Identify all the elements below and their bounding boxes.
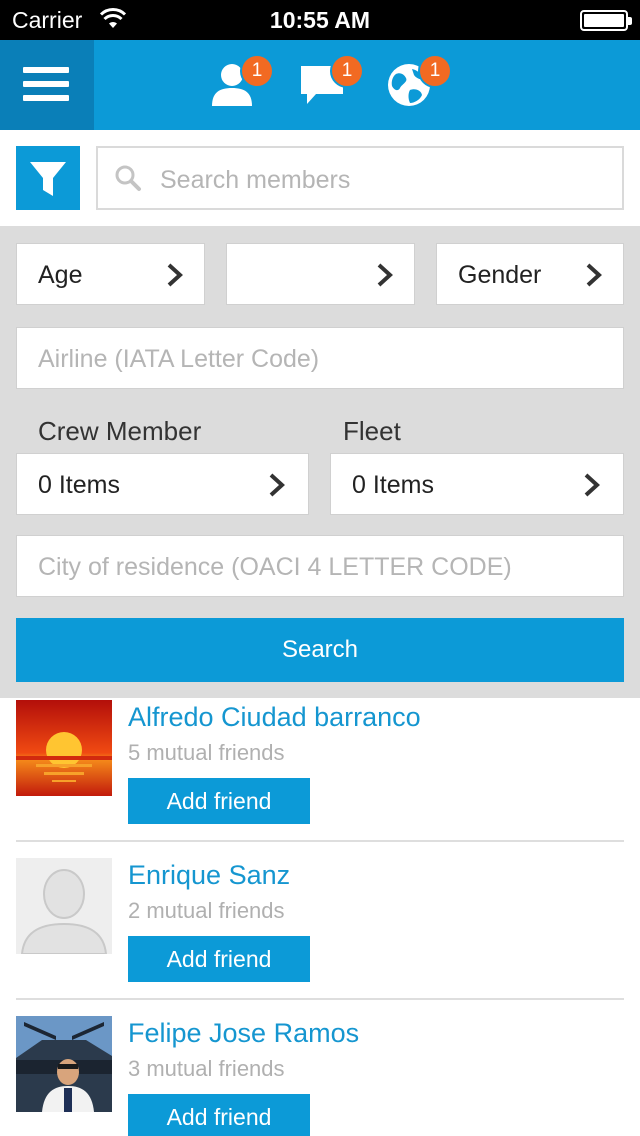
- sunset-photo: [16, 700, 112, 796]
- chevron-right-icon: [167, 263, 183, 287]
- friend-name-link[interactable]: Felipe Jose Ramos: [128, 1018, 359, 1049]
- default-silhouette: [16, 858, 112, 954]
- add-friend-button[interactable]: Add friend: [128, 1094, 310, 1136]
- chevron-right-icon: [584, 473, 600, 497]
- pilot-cockpit-photo: [16, 1016, 112, 1112]
- range-selector[interactable]: [226, 243, 415, 305]
- friend-name-link[interactable]: Alfredo Ciudad barranco: [128, 702, 421, 733]
- avatar[interactable]: [16, 1016, 112, 1112]
- crew-member-value: 0 Items: [38, 471, 120, 499]
- chevron-right-icon: [377, 263, 393, 287]
- avatar[interactable]: [16, 700, 112, 796]
- mutual-friends-count: 2 mutual friends: [128, 898, 285, 923]
- messages-button[interactable]: 1: [298, 54, 364, 112]
- airline-placeholder: Airline (IATA Letter Code): [38, 345, 320, 373]
- notification-badge: 1: [418, 54, 452, 88]
- filter-icon: [30, 162, 66, 196]
- notification-badge: 1: [330, 54, 364, 88]
- divider: [16, 840, 624, 842]
- search-button[interactable]: Search: [16, 618, 624, 682]
- add-friend-button[interactable]: Add friend: [128, 936, 310, 982]
- top-nav-bar: 1 1 1: [0, 40, 640, 130]
- chevron-right-icon: [586, 263, 602, 287]
- list-item: Felipe Jose Ramos 3 mutual friends Add f…: [0, 1016, 640, 1136]
- avatar[interactable]: [16, 858, 112, 954]
- clock: 10:55 AM: [269, 7, 371, 33]
- crew-member-selector[interactable]: 0 Items: [16, 453, 309, 515]
- fleet-selector[interactable]: 0 Items: [330, 453, 624, 515]
- city-placeholder: City of residence (OACI 4 LETTER CODE): [38, 553, 512, 581]
- gender-label: Gender: [458, 261, 542, 289]
- notifications-button[interactable]: 1: [386, 54, 452, 112]
- menu-button[interactable]: [0, 40, 94, 130]
- divider: [16, 998, 624, 1000]
- friend-name-link[interactable]: Enrique Sanz: [128, 860, 290, 891]
- search-input[interactable]: Search members: [96, 146, 624, 210]
- status-bar: Carrier 10:55 AM: [0, 0, 640, 40]
- city-input[interactable]: City of residence (OACI 4 LETTER CODE): [16, 535, 624, 597]
- search-icon: [115, 165, 141, 191]
- age-selector[interactable]: Age: [16, 243, 205, 305]
- crew-member-label: Crew Member: [38, 416, 202, 446]
- search-row: Search members: [0, 130, 640, 226]
- list-item: Enrique Sanz 2 mutual friends Add friend: [0, 858, 640, 1016]
- search-placeholder: Search members: [160, 166, 351, 194]
- list-item: Alfredo Ciudad barranco 5 mutual friends…: [0, 700, 640, 858]
- fleet-label: Fleet: [343, 416, 401, 446]
- notification-badge: 1: [240, 54, 274, 88]
- chevron-right-icon: [269, 473, 285, 497]
- mutual-friends-count: 5 mutual friends: [128, 740, 285, 765]
- airline-input[interactable]: Airline (IATA Letter Code): [16, 327, 624, 389]
- fleet-value: 0 Items: [352, 471, 434, 499]
- battery-icon: [580, 10, 632, 31]
- age-label: Age: [38, 261, 83, 289]
- filter-panel: Age Gender Airline (IATA Letter Code) Cr…: [0, 226, 640, 698]
- add-friend-button[interactable]: Add friend: [128, 778, 310, 824]
- gender-selector[interactable]: Gender: [436, 243, 624, 305]
- filter-button[interactable]: [16, 146, 80, 210]
- mutual-friends-count: 3 mutual friends: [128, 1056, 285, 1081]
- friend-requests-button[interactable]: 1: [208, 54, 274, 112]
